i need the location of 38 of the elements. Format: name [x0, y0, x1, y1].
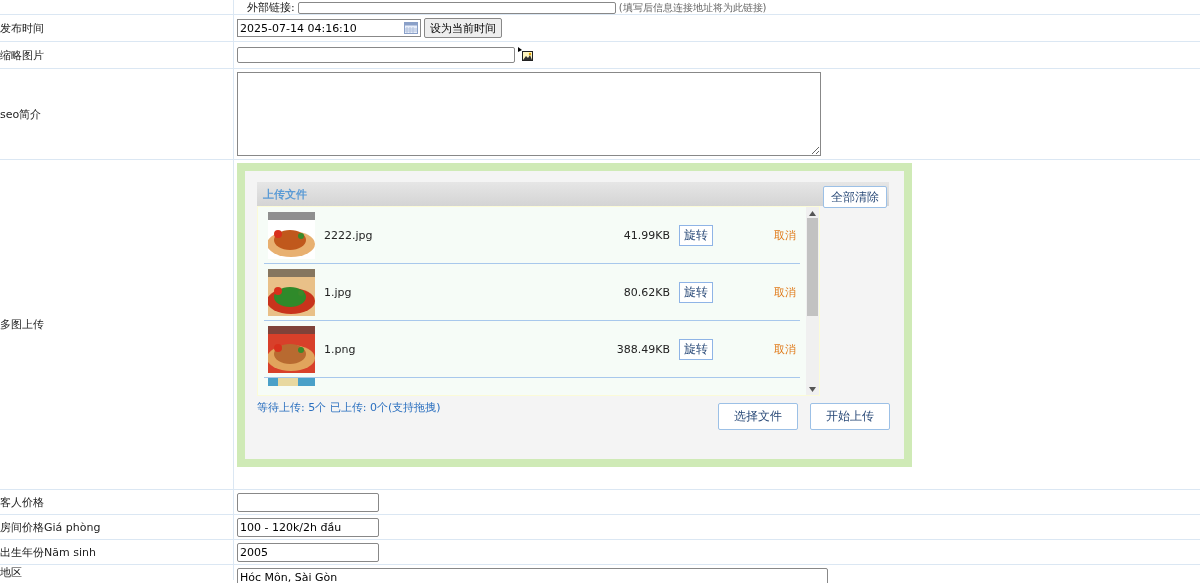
- calendar-icon[interactable]: [404, 22, 418, 34]
- field-label: 发布时间: [0, 20, 44, 36]
- field-label: seo简介: [0, 106, 42, 122]
- file-size: 80.62KB: [623, 285, 670, 299]
- rotate-button[interactable]: 旋转: [679, 224, 713, 246]
- seo-textarea[interactable]: [237, 72, 821, 156]
- field-label: 房间价格Giá phòng: [0, 519, 101, 535]
- text-input[interactable]: 2005: [237, 542, 379, 562]
- file-name: 1.jpg: [324, 285, 353, 299]
- date-field[interactable]: 2025-07-14 04:16:10: [237, 19, 421, 37]
- field-label: 地区: [0, 565, 22, 580]
- upload-title: 上传文件: [263, 186, 307, 202]
- file-name: 2222.jpg: [324, 228, 374, 242]
- scroll-up-icon[interactable]: [809, 211, 816, 216]
- field-label: 外部链接:: [247, 2, 295, 14]
- field-label: 客人价格: [0, 494, 44, 510]
- scrollbar[interactable]: [806, 207, 819, 395]
- text-input[interactable]: [237, 492, 379, 512]
- field-label: 缩略图片: [0, 47, 44, 63]
- start-upload-button[interactable]: 开始上传: [810, 403, 890, 430]
- field-hint: (填写后信息连接地址将为此链接): [618, 2, 767, 14]
- text-input[interactable]: 100 - 120k/2h đầu: [237, 517, 379, 537]
- scroll-down-icon[interactable]: [809, 387, 816, 392]
- file-name: 1.png: [324, 342, 357, 356]
- rotate-button[interactable]: 旋转: [679, 281, 713, 303]
- link-input[interactable]: [297, 2, 616, 14]
- file-size: 388.49KB: [616, 342, 670, 356]
- image-icon[interactable]: [518, 47, 534, 63]
- thumbnail-input[interactable]: [237, 47, 515, 63]
- region-input[interactable]: Hóc Môn, Sài Gòn: [237, 568, 828, 583]
- field-label: 出生年份Năm sinh: [0, 544, 96, 560]
- set-current-time-button[interactable]: 设为当前时间: [424, 18, 502, 38]
- field-label: 多图上传: [0, 317, 44, 332]
- file-size: 41.99KB: [623, 228, 670, 242]
- rotate-button[interactable]: 旋转: [679, 338, 713, 360]
- choose-file-button[interactable]: 选择文件: [718, 403, 798, 430]
- clear-all-button[interactable]: 全部清除: [823, 186, 887, 208]
- upload-status: 等待上传: 5个 已上传: 0个(支持拖拽): [257, 400, 441, 416]
